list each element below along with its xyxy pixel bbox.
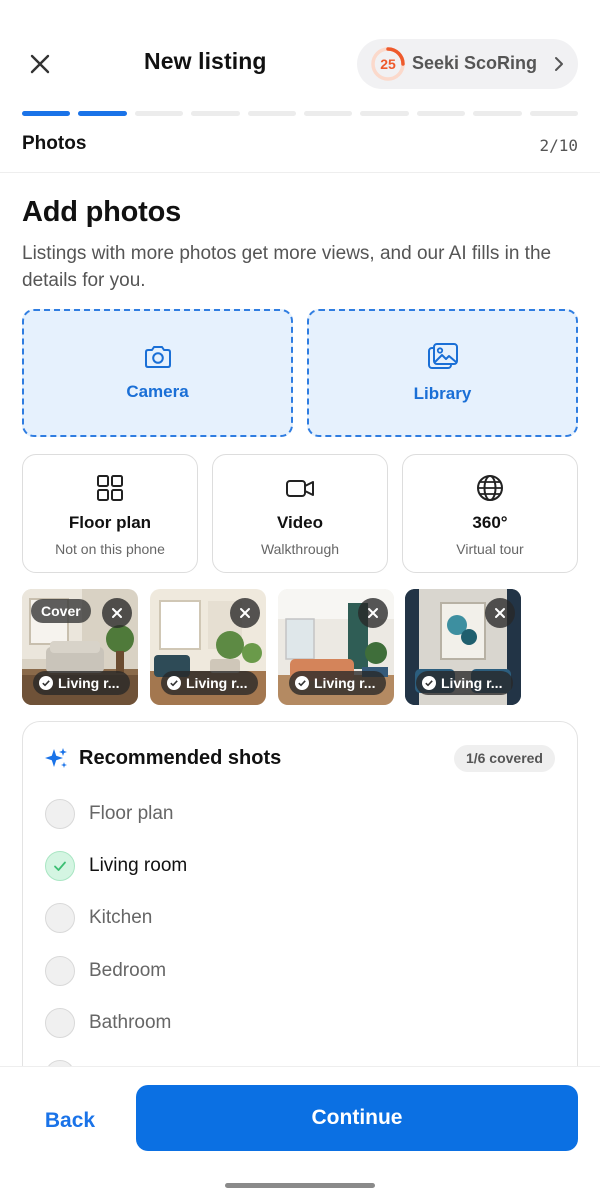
progress-segment — [78, 111, 127, 116]
camera-icon — [144, 346, 171, 368]
recommended-title: Recommended shots — [79, 747, 282, 769]
photo-tag: Living r... — [289, 671, 386, 695]
remove-photo-button[interactable] — [230, 598, 260, 628]
floor-plan-option[interactable]: Floor plan Not on this phone — [22, 454, 198, 573]
close-button[interactable] — [22, 46, 58, 82]
shot-label: Kitchen — [89, 907, 153, 928]
shot-item-bedroom[interactable]: Bedroom — [45, 955, 166, 987]
continue-button[interactable]: Continue — [136, 1085, 578, 1151]
library-button[interactable]: Library — [307, 309, 578, 437]
progress-segment — [473, 111, 522, 116]
back-button[interactable]: Back — [22, 1089, 118, 1153]
footer: Back Continue — [0, 1066, 600, 1200]
photo-tag-label: Living r... — [314, 675, 376, 691]
progress-bar — [22, 111, 579, 116]
photo-tag: Living r... — [33, 671, 130, 695]
photo-thumbnail[interactable]: Living r... — [150, 589, 266, 705]
shot-label: Bedroom — [89, 960, 167, 981]
library-label: Library — [413, 384, 472, 403]
photo-tag-label: Living r... — [441, 675, 503, 691]
score-value: 25 — [380, 56, 396, 72]
floor-plan-title: Floor plan — [68, 513, 152, 532]
remove-photo-button[interactable] — [358, 598, 388, 628]
shot-check — [45, 1008, 75, 1038]
check-circle-icon — [167, 676, 181, 690]
progress-segment — [134, 111, 184, 116]
cover-badge: Cover — [31, 599, 91, 623]
close-icon — [495, 608, 505, 618]
photo-thumbnail[interactable]: Living r... — [278, 589, 394, 705]
progress-segment — [529, 111, 579, 116]
shot-check — [45, 956, 75, 986]
shot-check — [45, 799, 75, 829]
video-option[interactable]: Video Walkthrough — [212, 454, 388, 573]
check-circle-icon — [295, 676, 309, 690]
video-subtitle: Walkthrough — [260, 541, 340, 557]
remove-photo-button[interactable] — [102, 598, 132, 628]
shot-check — [45, 851, 75, 881]
sparkle-icon — [45, 748, 67, 768]
score-pill[interactable]: 25 Seeki ScoRing — [357, 39, 578, 89]
shot-item-floor-plan[interactable]: Floor plan — [45, 798, 174, 830]
shot-check — [45, 903, 75, 933]
shot-item-bathroom[interactable]: Bathroom — [45, 1007, 171, 1039]
shot-item-kitchen[interactable]: Kitchen — [45, 902, 152, 934]
photo-thumbnail[interactable]: Cover Living r... — [22, 589, 138, 705]
floor-plan-subtitle: Not on this phone — [55, 541, 165, 557]
chevron-right-icon — [555, 57, 563, 71]
coverage-badge: 1/6 covered — [453, 745, 555, 772]
shot-label: Bathroom — [89, 1012, 172, 1033]
step-label: Photos — [22, 133, 87, 154]
page-title: New listing — [144, 48, 267, 74]
header: New listing 25 Seeki ScoRing — [0, 0, 600, 110]
close-icon — [30, 54, 50, 74]
photo-thumbnail[interactable]: Living r... — [405, 589, 521, 705]
grid-icon — [97, 475, 123, 501]
check-circle-icon — [422, 676, 436, 690]
section-subtitle: Listings with more photos get more views… — [22, 243, 552, 291]
shot-label: Living room — [89, 855, 188, 876]
image-library-icon — [427, 343, 458, 369]
score-label: Seeki ScoRing — [412, 53, 538, 73]
progress-segment — [191, 111, 240, 116]
shot-label: Floor plan — [89, 803, 174, 824]
step-count: 2/10 — [539, 136, 578, 155]
home-indicator — [225, 1183, 375, 1188]
check-icon — [54, 861, 66, 871]
close-icon — [240, 608, 250, 618]
progress-segment — [416, 111, 466, 116]
section-title: Add photos — [22, 196, 182, 228]
camera-button[interactable]: Camera — [22, 309, 293, 437]
globe-icon — [477, 475, 503, 501]
progress-segment — [22, 111, 71, 116]
camera-label: Camera — [126, 382, 189, 401]
shot-item-living-room[interactable]: Living room — [45, 850, 187, 882]
remove-photo-button[interactable] — [485, 598, 515, 628]
close-icon — [112, 608, 122, 618]
photo-tag: Living r... — [416, 671, 513, 695]
video-icon — [286, 480, 314, 497]
progress-segment — [304, 111, 353, 116]
video-title: Video — [277, 513, 323, 532]
virtual-tour-subtitle: Virtual tour — [456, 541, 524, 557]
photo-tag: Living r... — [161, 671, 258, 695]
virtual-tour-title: 360° — [472, 513, 508, 532]
progress-segment — [360, 111, 409, 116]
progress-segment — [247, 111, 297, 116]
check-circle-icon — [39, 676, 53, 690]
virtual-tour-option[interactable]: 360° Virtual tour — [402, 454, 578, 573]
close-icon — [368, 608, 378, 618]
divider — [0, 172, 600, 173]
photo-tag-label: Living r... — [58, 675, 120, 691]
photo-tag-label: Living r... — [186, 675, 248, 691]
